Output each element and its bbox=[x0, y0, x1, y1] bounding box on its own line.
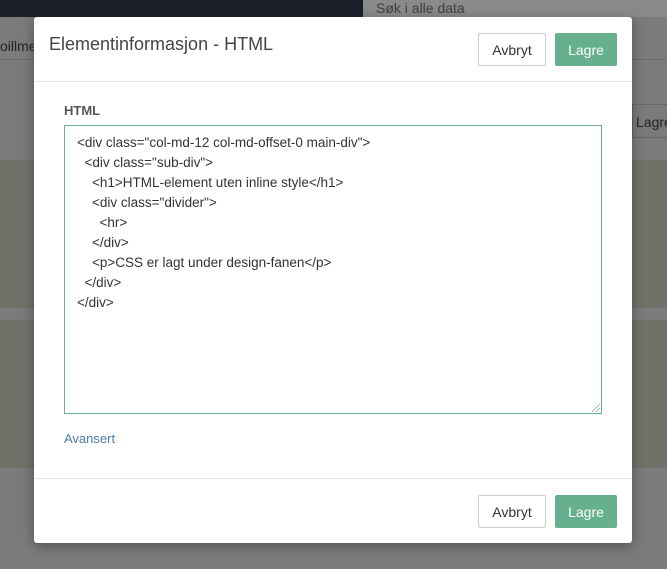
code-line: </div> bbox=[77, 275, 122, 290]
header-cancel-button[interactable]: Avbryt bbox=[478, 33, 546, 66]
code-line: <div class="col-md-12 col-md-offset-0 ma… bbox=[77, 135, 371, 150]
header-save-button[interactable]: Lagre bbox=[555, 33, 617, 66]
background-label-fragment: oillme bbox=[0, 38, 37, 54]
global-search-input[interactable]: Søk i alle data bbox=[363, 0, 667, 17]
code-line: <p>CSS er lagt under design-fanen</p> bbox=[77, 255, 332, 270]
code-line: <h1>HTML-element uten inline style</h1> bbox=[77, 175, 344, 190]
modal-footer: Avbryt Lagre bbox=[34, 478, 632, 544]
modal-header: Elementinformasjon - HTML Avbryt Lagre bbox=[34, 17, 632, 82]
background-save-button[interactable]: Lagre bbox=[632, 104, 667, 138]
footer-cancel-button[interactable]: Avbryt bbox=[478, 495, 546, 528]
code-line: </div> bbox=[77, 235, 129, 250]
element-info-modal: Elementinformasjon - HTML Avbryt Lagre H… bbox=[34, 17, 632, 543]
html-code-textarea[interactable]: <div class="col-md-12 col-md-offset-0 ma… bbox=[64, 125, 602, 414]
code-line: <div class="sub-div"> bbox=[77, 155, 214, 170]
footer-save-button[interactable]: Lagre bbox=[555, 495, 617, 528]
advanced-link[interactable]: Avansert bbox=[64, 431, 115, 446]
code-line: </div> bbox=[77, 295, 114, 310]
html-field-label: HTML bbox=[64, 103, 101, 118]
code-line: <div class="divider"> bbox=[77, 195, 217, 210]
resize-handle-icon[interactable] bbox=[592, 404, 600, 412]
modal-title: Elementinformasjon - HTML bbox=[49, 34, 274, 54]
code-line: <hr> bbox=[77, 215, 128, 230]
